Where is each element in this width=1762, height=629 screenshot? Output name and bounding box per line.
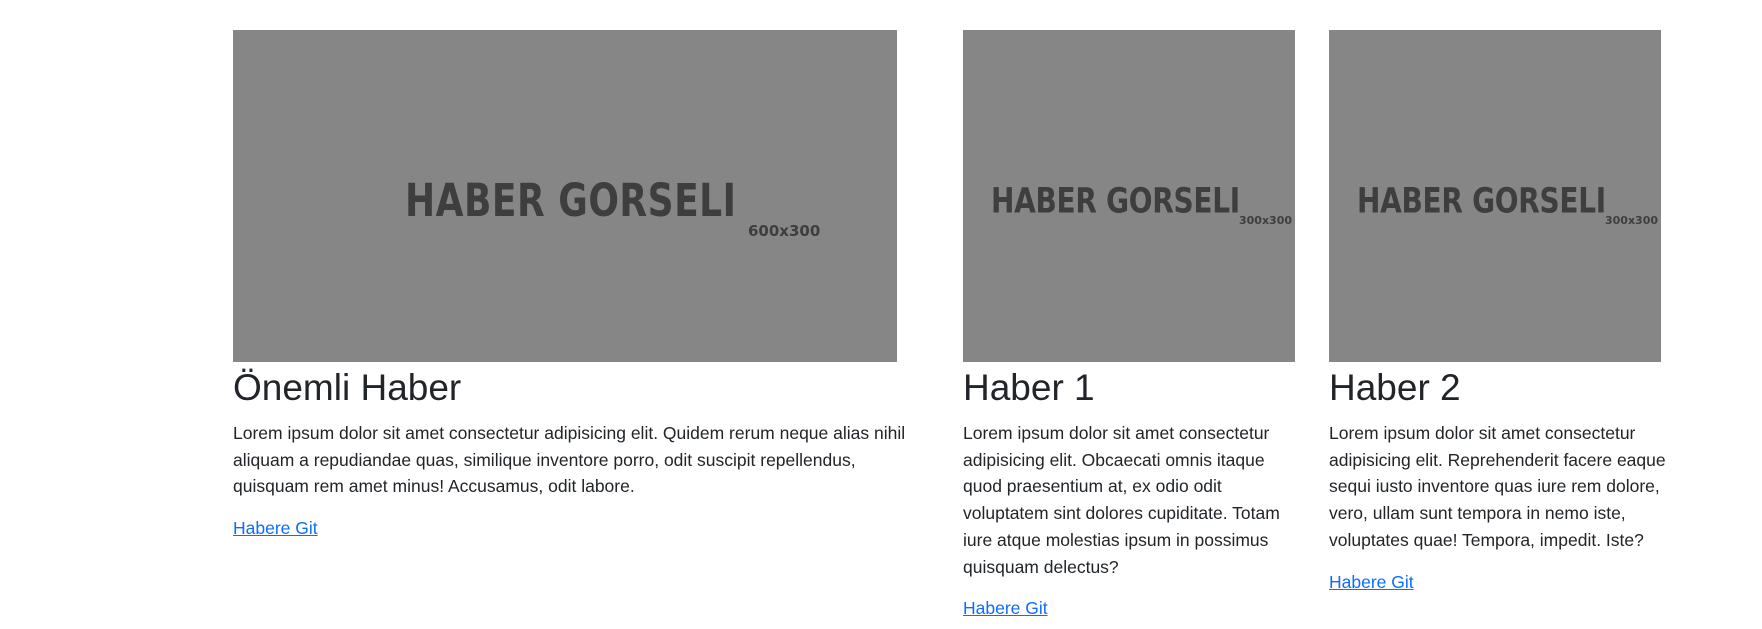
news-image-1: HABER GORSELI 300x300	[963, 30, 1295, 362]
news-title-2: Haber 2	[1329, 367, 1461, 408]
featured-news-card: HABER GORSELI 600x300 Önemli Haber Lorem…	[233, 30, 921, 540]
image-placeholder-title: HABER GORSELI	[1357, 180, 1606, 222]
news-title-1: Haber 1	[963, 367, 1095, 408]
read-more-link-1[interactable]: Habere Git	[963, 596, 1048, 620]
image-placeholder-size: 600x300	[748, 222, 821, 240]
news-card-1: HABER GORSELI 300x300 Haber 1 Lorem ipsu…	[963, 30, 1296, 620]
image-placeholder-title: HABER GORSELI	[405, 176, 737, 228]
news-card-2: HABER GORSELI 300x300 Haber 2 Lorem ipsu…	[1329, 30, 1669, 594]
news-text-2: Lorem ipsum dolor sit amet consectetur a…	[1329, 423, 1666, 550]
image-placeholder-size: 300x300	[1605, 214, 1659, 227]
featured-news-image: HABER GORSELI 600x300	[233, 30, 897, 362]
news-image-2: HABER GORSELI 300x300	[1329, 30, 1661, 362]
image-placeholder-title: HABER GORSELI	[991, 180, 1240, 222]
image-placeholder-size: 300x300	[1239, 214, 1293, 227]
read-more-link-2[interactable]: Habere Git	[1329, 570, 1414, 594]
featured-news-text: Lorem ipsum dolor sit amet consectetur a…	[233, 423, 906, 497]
featured-news-title: Önemli Haber	[233, 367, 462, 408]
featured-read-more-link[interactable]: Habere Git	[233, 516, 318, 540]
news-text-1: Lorem ipsum dolor sit amet consectetur a…	[963, 423, 1280, 577]
